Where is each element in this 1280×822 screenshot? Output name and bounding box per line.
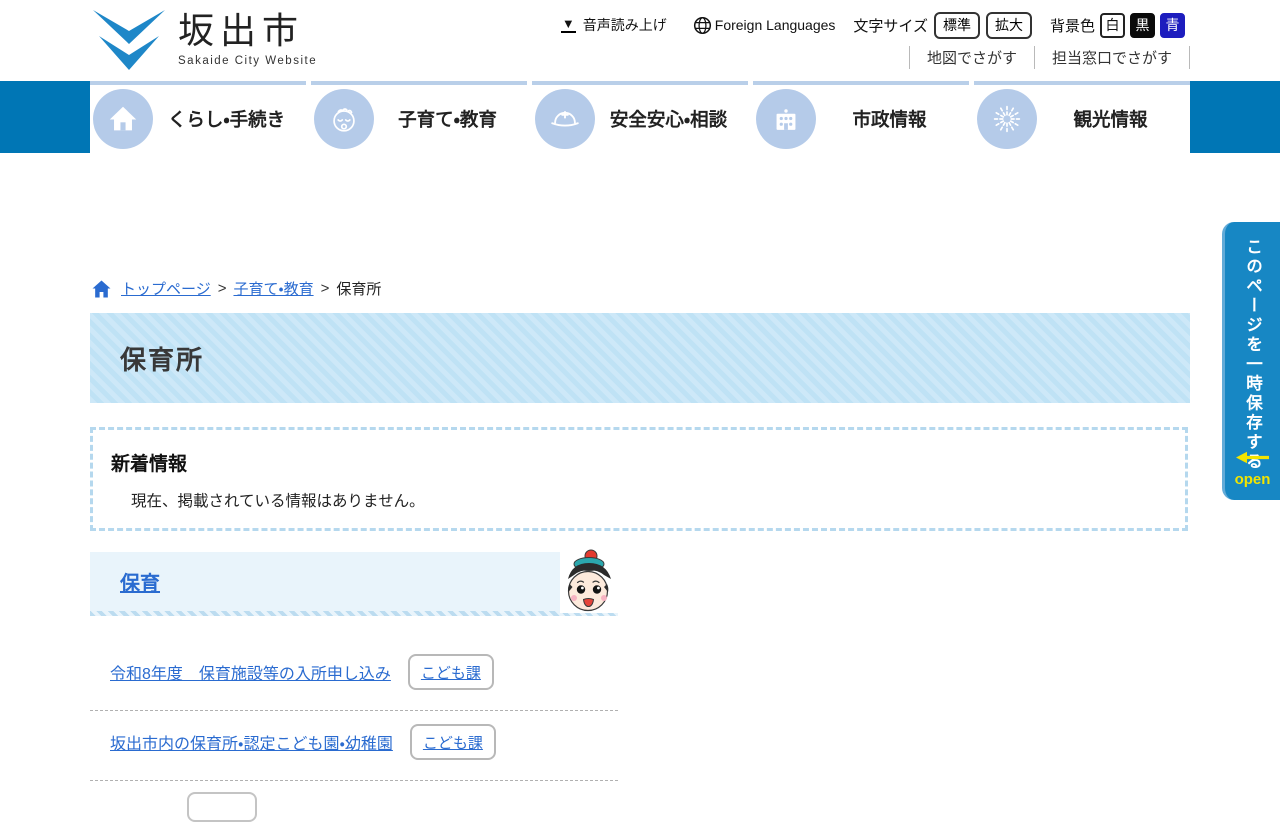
voice-readout-link[interactable]: ▼ 音声読み上げ bbox=[561, 15, 667, 35]
voice-readout-label: 音声読み上げ bbox=[583, 15, 667, 35]
breadcrumb-separator: > bbox=[218, 280, 227, 297]
left-arrow-icon bbox=[1235, 451, 1271, 464]
page-title: 保育所 bbox=[120, 340, 204, 377]
badge-partial[interactable] bbox=[187, 792, 257, 822]
nav-right-accent bbox=[1190, 81, 1280, 153]
nav-item-kankou[interactable]: 観光情報 bbox=[974, 81, 1190, 153]
site-title: 坂出市 bbox=[178, 8, 317, 53]
breadcrumb-current: 保育所 bbox=[336, 278, 381, 299]
doc-link-shinai[interactable]: 坂出市内の保育所・認定こども園・幼稚園 bbox=[110, 730, 393, 754]
nav-label: 安全安心・相談 bbox=[595, 106, 748, 132]
search-section: キーワードでさがす ENHANCED BY Google bbox=[0, 153, 1280, 263]
foreign-languages-label: Foreign Languages bbox=[715, 17, 836, 33]
home-icon[interactable] bbox=[92, 280, 111, 298]
badge-kodomoka[interactable]: こども課 bbox=[410, 724, 496, 760]
save-page-label: このページを一時保存する bbox=[1241, 238, 1265, 472]
nav-label: 観光情報 bbox=[1037, 106, 1190, 132]
nav-label: 子育て・教育 bbox=[374, 106, 527, 132]
sakaide-bird-logo-icon bbox=[90, 8, 168, 72]
fireworks-icon bbox=[977, 89, 1037, 149]
news-heading: 新着情報 bbox=[111, 449, 1185, 476]
helmet-icon bbox=[535, 89, 595, 149]
save-page-side-tab[interactable]: このページを一時保存する open bbox=[1222, 222, 1280, 500]
news-empty-message: 現在、掲載されている情報はありません。 bbox=[131, 489, 1185, 511]
category-border bbox=[90, 611, 618, 616]
house-icon bbox=[93, 89, 153, 149]
nav-label: くらし・手続き bbox=[153, 106, 306, 132]
nav-item-anzen[interactable]: 安全安心・相談 bbox=[532, 81, 748, 153]
doc-list-item: 坂出市内の保育所・認定こども園・幼稚園 こども課 bbox=[110, 722, 496, 762]
breadcrumb-separator: > bbox=[321, 280, 330, 297]
divider bbox=[90, 710, 618, 711]
mascot-character bbox=[560, 548, 618, 613]
foreign-languages-link[interactable]: Foreign Languages bbox=[693, 16, 836, 35]
main-nav: くらし・手続き 子育て・教育 bbox=[0, 81, 1280, 153]
bg-color-blue-button[interactable]: 青 bbox=[1160, 13, 1185, 38]
news-box: 新着情報 現在、掲載されている情報はありません。 bbox=[90, 427, 1188, 531]
font-size-group: 文字サイズ 標準 拡大 bbox=[853, 12, 1032, 39]
globe-icon bbox=[693, 16, 712, 35]
nav-item-kurashi[interactable]: くらし・手続き bbox=[90, 81, 306, 153]
breadcrumb-section-link[interactable]: 子育て・教育 bbox=[233, 278, 313, 299]
nav-item-shisei[interactable]: 市政情報 bbox=[753, 81, 969, 153]
font-size-enlarge-button[interactable]: 拡大 bbox=[986, 12, 1032, 39]
voice-readout-icon: ▼ bbox=[561, 17, 576, 33]
page-title-bar: 保育所 bbox=[90, 313, 1190, 403]
font-size-standard-button[interactable]: 標準 bbox=[934, 12, 980, 39]
search-by-map-link[interactable]: 地図でさがす bbox=[910, 47, 1034, 68]
building-icon bbox=[756, 89, 816, 149]
badge-label: こども課 bbox=[423, 732, 483, 753]
doc-list-item: 令和8年度 保育施設等の入所申し込み こども課 bbox=[110, 652, 494, 692]
nav-item-kosodate[interactable]: 子育て・教育 bbox=[311, 81, 527, 153]
baby-icon bbox=[314, 89, 374, 149]
category-header: 保育 bbox=[90, 552, 618, 611]
header-quick-links: 地図でさがす 担当窓口でさがす bbox=[909, 44, 1190, 70]
doc-link-nyusho[interactable]: 令和8年度 保育施設等の入所申し込み bbox=[110, 660, 391, 684]
breadcrumb-home-link[interactable]: トップページ bbox=[121, 278, 211, 299]
open-label: open bbox=[1225, 471, 1280, 488]
badge-label: こども課 bbox=[421, 662, 481, 683]
divider bbox=[90, 780, 618, 781]
site-header: 坂出市 Sakaide City Website ▼ 音声読み上げ Foreig… bbox=[0, 0, 1280, 81]
bg-color-black-button[interactable]: 黒 bbox=[1130, 13, 1155, 38]
bg-color-white-button[interactable]: 白 bbox=[1100, 13, 1125, 38]
font-size-label: 文字サイズ bbox=[853, 15, 928, 36]
divider bbox=[1189, 46, 1190, 69]
bg-color-group: 背景色 白 黒 青 bbox=[1050, 13, 1185, 38]
search-by-department-link[interactable]: 担当窓口でさがす bbox=[1035, 47, 1189, 68]
header-tools: ▼ 音声読み上げ Foreign Languages 文字サイズ 標準 拡大 背… bbox=[561, 11, 1185, 39]
category-hoiku-link[interactable]: 保育 bbox=[120, 567, 160, 596]
nav-left-accent bbox=[0, 81, 90, 153]
bg-color-label: 背景色 bbox=[1050, 15, 1095, 36]
site-subtitle: Sakaide City Website bbox=[178, 55, 317, 67]
nav-label: 市政情報 bbox=[816, 106, 969, 132]
badge-kodomoka[interactable]: こども課 bbox=[408, 654, 494, 690]
site-logo[interactable]: 坂出市 Sakaide City Website bbox=[90, 8, 317, 72]
breadcrumb: トップページ > 子育て・教育 > 保育所 bbox=[92, 278, 381, 299]
